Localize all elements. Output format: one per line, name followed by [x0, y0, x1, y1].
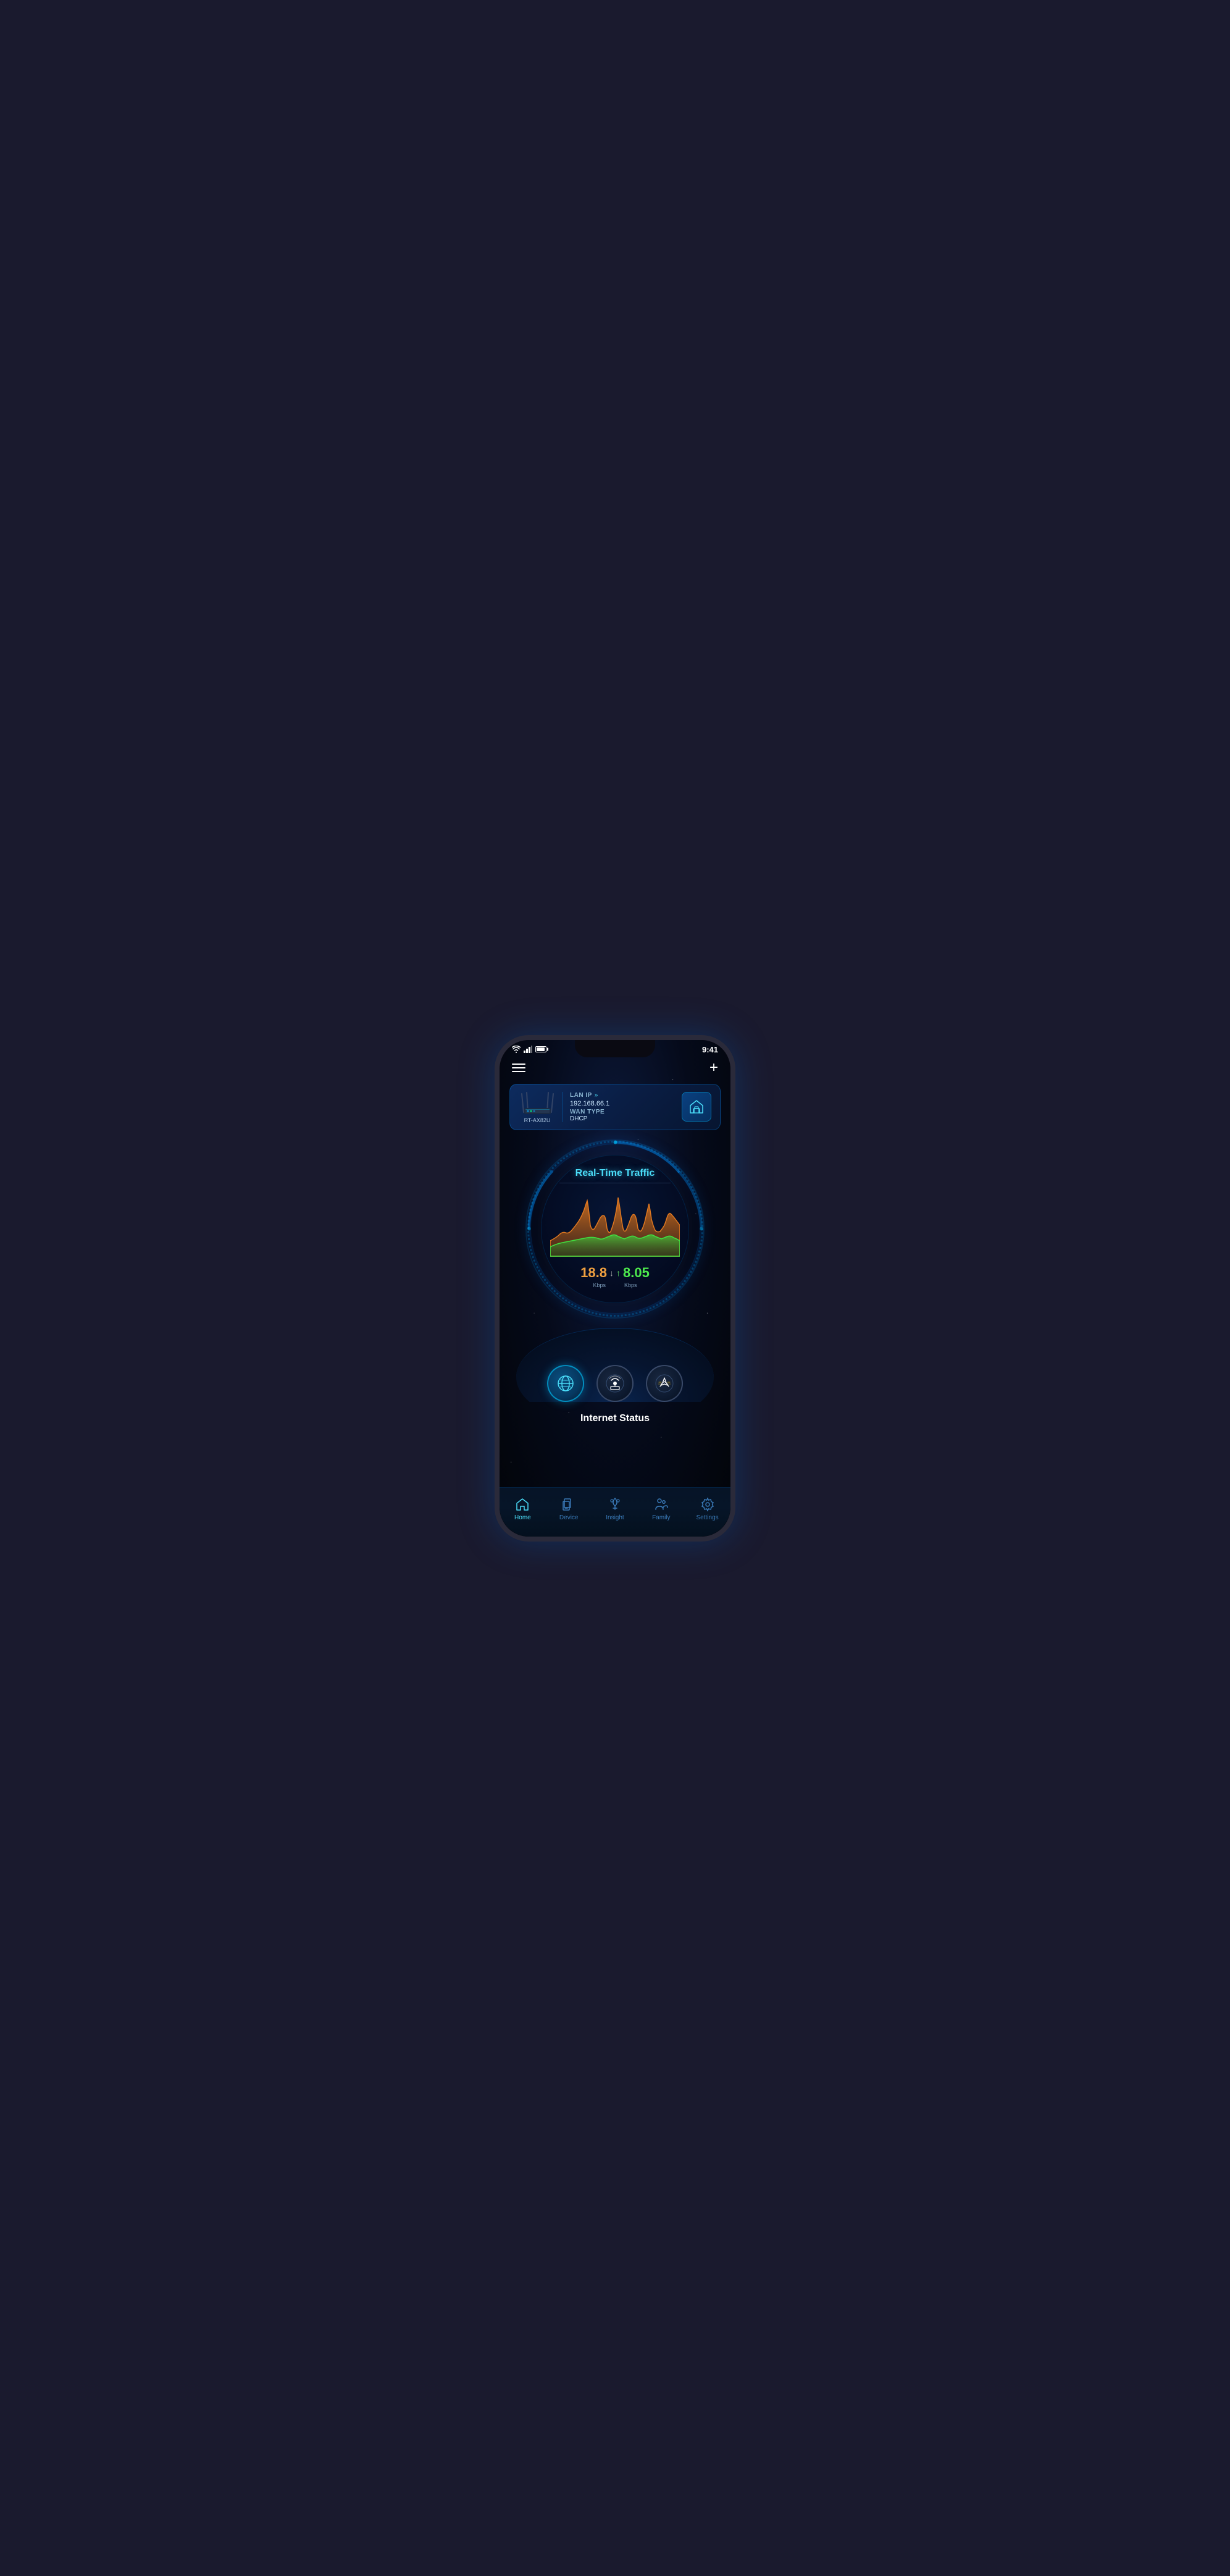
nav-item-settings[interactable]: Settings [684, 1497, 730, 1521]
nav-item-insight[interactable]: Insight [592, 1497, 638, 1521]
gaming-icon [654, 1373, 675, 1394]
phone-screen: 9:41 + [500, 1040, 730, 1537]
lan-label: LAN IP [570, 1092, 592, 1099]
router-image-area: RT-AX82U [519, 1091, 556, 1123]
nav-label-home: Home [514, 1514, 531, 1521]
router-nav-icon [605, 1373, 625, 1394]
wan-label: WAN TYPE [570, 1109, 676, 1115]
internet-status-label: Internet Status [500, 1413, 730, 1424]
nav-label-settings: Settings [697, 1514, 719, 1521]
router-home-button[interactable] [682, 1092, 711, 1122]
download-unit: Kbps [593, 1282, 606, 1288]
family-nav-icon [654, 1497, 669, 1512]
battery-icon [535, 1046, 546, 1052]
settings-nav-icon [700, 1497, 715, 1512]
download-value: 18.8 [580, 1265, 607, 1281]
router-image [521, 1091, 554, 1115]
traffic-area: Real-Time Traffic [500, 1136, 730, 1322]
status-icons [512, 1046, 546, 1053]
chart-area [550, 1188, 680, 1262]
traffic-circle[interactable]: Real-Time Traffic [541, 1155, 689, 1303]
menu-button[interactable] [512, 1064, 525, 1072]
kbps-row: Kbps Kbps [593, 1282, 637, 1288]
traffic-title: Real-Time Traffic [575, 1168, 655, 1179]
bottom-nav: Home Device Insight [500, 1487, 730, 1537]
device-nav-icon [561, 1497, 576, 1512]
nav-label-device: Device [559, 1514, 579, 1521]
notch [575, 1040, 655, 1057]
upload-unit: Kbps [624, 1282, 637, 1288]
home-case-icon [688, 1098, 705, 1115]
action-buttons [500, 1365, 730, 1408]
nav-item-family[interactable]: Family [638, 1497, 684, 1521]
wifi-icon [512, 1046, 521, 1053]
add-button[interactable]: + [709, 1059, 718, 1076]
lan-arrow: » [595, 1092, 598, 1099]
app-header: + [500, 1057, 730, 1081]
status-time: 9:41 [702, 1045, 718, 1054]
router-info: LAN IP » 192.168.66.1 WAN TYPE DHCP [562, 1092, 676, 1122]
signal-icon [524, 1046, 532, 1053]
lan-ip: 192.168.66.1 [570, 1100, 676, 1107]
wan-type: DHCP [570, 1115, 676, 1122]
nav-item-device[interactable]: Device [546, 1497, 592, 1521]
router-button[interactable] [596, 1365, 634, 1402]
gaming-button[interactable] [646, 1365, 683, 1402]
router-name: RT-AX82U [524, 1117, 551, 1123]
nav-label-insight: Insight [606, 1514, 624, 1521]
globe-button[interactable] [547, 1365, 584, 1402]
upload-value: 8.05 [623, 1265, 650, 1281]
download-arrow: ↓ [609, 1268, 614, 1278]
insight-nav-icon [608, 1497, 622, 1512]
nav-label-family: Family [652, 1514, 670, 1521]
router-card[interactable]: RT-AX82U LAN IP » 192.168.66.1 WAN TYPE … [509, 1084, 721, 1130]
upload-arrow: ↑ [616, 1268, 621, 1278]
nav-item-home[interactable]: Home [500, 1497, 546, 1521]
traffic-values: 18.8 ↓ ↑ 8.05 [580, 1265, 650, 1281]
phone-frame: 9:41 + [495, 1035, 735, 1542]
home-nav-icon [515, 1497, 530, 1512]
globe-icon [556, 1374, 575, 1393]
